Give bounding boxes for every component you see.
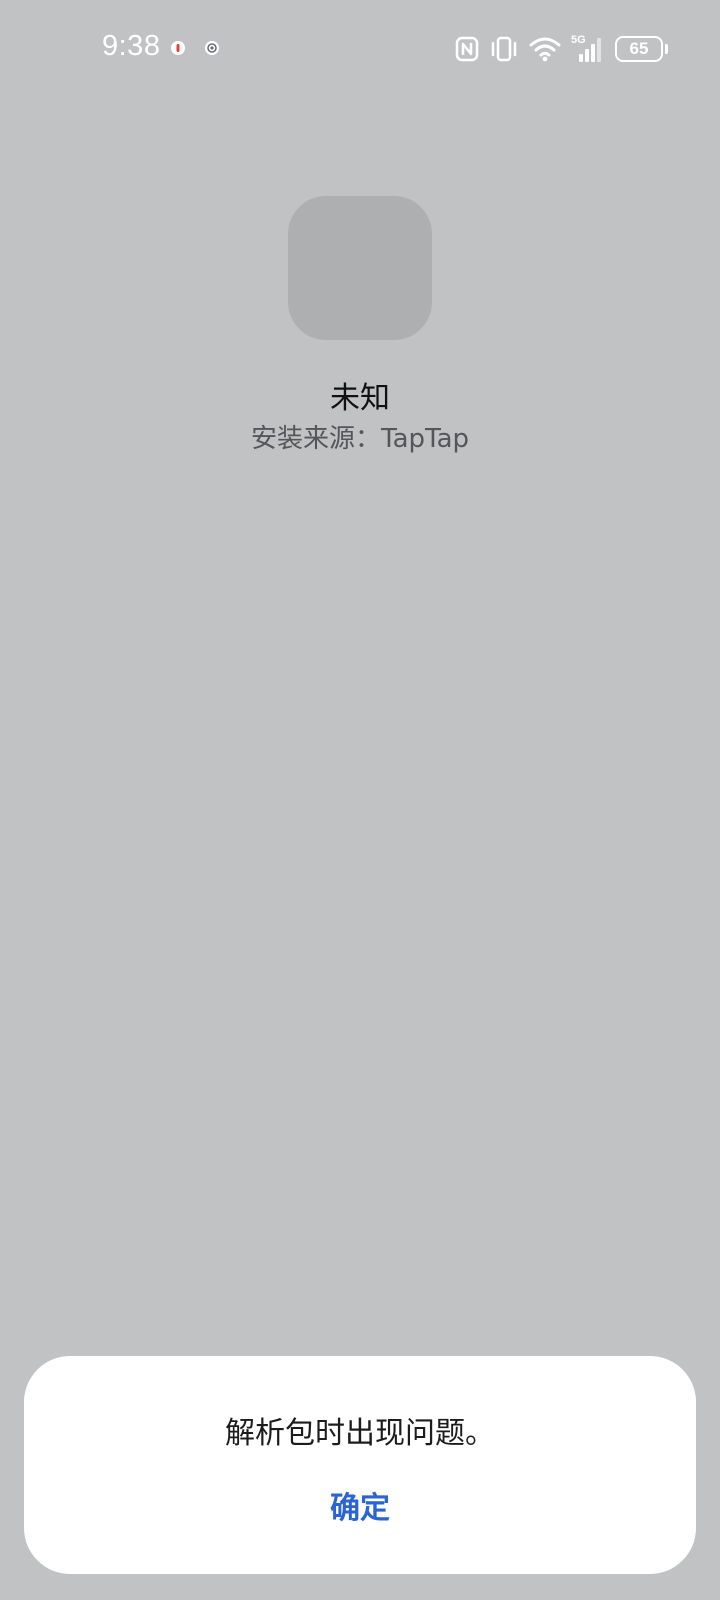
error-dialog: 解析包时出现问题。 确定	[24, 1356, 696, 1574]
dialog-message: 解析包时出现问题。	[225, 1416, 495, 1451]
vibrate-icon	[491, 36, 517, 62]
app-name: 未知	[330, 381, 390, 416]
battery-nub	[665, 44, 668, 54]
confirm-button[interactable]: 确定	[260, 1474, 460, 1544]
signal-icon	[579, 38, 601, 62]
vpn-icon	[205, 41, 219, 55]
battery-icon: 65	[615, 36, 663, 62]
status-bar: 9:38 5G 65	[0, 0, 720, 100]
battery-group: 65	[615, 36, 668, 62]
record-icon	[171, 41, 185, 55]
status-time: 9:38	[102, 30, 161, 62]
nfc-icon	[455, 36, 479, 62]
signal-group: 5G	[571, 34, 605, 64]
app-icon-placeholder	[288, 196, 432, 340]
wifi-icon	[529, 37, 561, 62]
battery-level: 65	[629, 39, 649, 58]
status-icons: 5G 65	[455, 32, 668, 66]
install-source: 安装来源：TapTap	[250, 424, 470, 454]
